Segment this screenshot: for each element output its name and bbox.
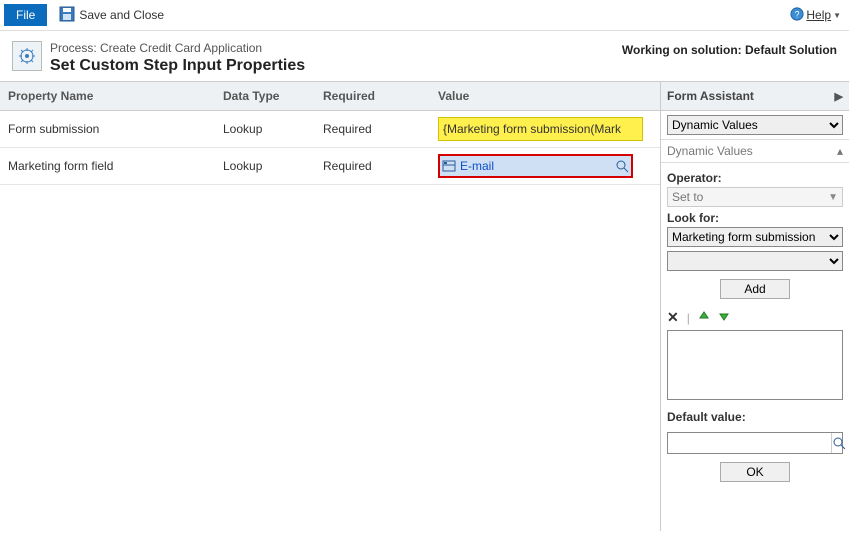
- cell-name: Form submission: [0, 122, 223, 136]
- top-toolbar: File Save and Close ? Help ▼: [0, 0, 849, 31]
- separator: |: [687, 311, 690, 325]
- cell-required: Required: [323, 122, 428, 136]
- operator-value: Set to: [672, 190, 703, 204]
- horizontal-scrollbar[interactable]: [0, 513, 660, 531]
- dropdown-arrow-icon: ▼: [833, 11, 841, 20]
- dynamic-values-label: Dynamic Values: [667, 144, 753, 158]
- form-assistant-title: Form Assistant: [667, 89, 754, 103]
- help-label: Help: [806, 8, 831, 22]
- col-header-value[interactable]: Value: [428, 89, 660, 103]
- file-menu-button[interactable]: File: [4, 4, 47, 26]
- help-menu[interactable]: ? Help ▼: [786, 5, 845, 26]
- svg-text:?: ?: [795, 9, 800, 19]
- cell-required: Required: [323, 159, 428, 173]
- properties-grid: Property Name Data Type Required Value F…: [0, 82, 660, 531]
- col-header-required[interactable]: Required: [323, 89, 428, 103]
- default-value-label: Default value:: [667, 410, 843, 424]
- cell-type: Lookup: [223, 122, 323, 136]
- grid-row: Form submission Lookup Required {Marketi…: [0, 111, 660, 148]
- grid-row: Marketing form field Lookup Required E-m…: [0, 148, 660, 185]
- dropdown-arrow-icon: ▼: [828, 192, 838, 203]
- default-value-input-wrap: [667, 432, 843, 454]
- remove-icon[interactable]: ✕: [667, 309, 679, 326]
- value-dynamic-token[interactable]: {Marketing form submission(Mark: [438, 117, 643, 141]
- form-assistant-panel: Form Assistant ▶ Dynamic Values Dynamic …: [660, 82, 849, 531]
- col-header-type[interactable]: Data Type: [223, 89, 323, 103]
- process-label: Process: Create Credit Card Application: [50, 41, 305, 55]
- col-header-name[interactable]: Property Name: [0, 89, 223, 103]
- look-for-attribute-select[interactable]: [667, 251, 843, 271]
- default-value-lookup-icon[interactable]: [831, 433, 846, 453]
- assistant-mode-select[interactable]: Dynamic Values: [667, 115, 843, 135]
- move-up-icon[interactable]: [698, 310, 710, 325]
- cell-name: Marketing form field: [0, 159, 223, 173]
- grid-header-row: Property Name Data Type Required Value: [0, 82, 660, 111]
- move-down-icon[interactable]: [718, 310, 730, 325]
- look-for-entity-select[interactable]: Marketing form submission: [667, 227, 843, 247]
- default-value-input[interactable]: [668, 433, 831, 453]
- help-icon: ?: [790, 7, 804, 24]
- chevron-right-icon: ▶: [835, 90, 843, 103]
- lookup-search-icon[interactable]: [613, 159, 631, 173]
- save-and-close-button[interactable]: Save and Close: [55, 4, 168, 27]
- dynamic-values-section-header[interactable]: Dynamic Values ▴: [661, 139, 849, 163]
- save-icon: [59, 6, 75, 25]
- page-header: Process: Create Credit Card Application …: [0, 31, 849, 81]
- dynamic-values-listbox[interactable]: [667, 330, 843, 400]
- entity-icon: [440, 159, 458, 173]
- save-and-close-label: Save and Close: [79, 8, 164, 22]
- lookup-value-text: E-mail: [458, 159, 613, 173]
- ok-button[interactable]: OK: [720, 462, 790, 482]
- operator-label: Operator:: [667, 171, 843, 185]
- process-icon: [12, 41, 42, 71]
- cell-type: Lookup: [223, 159, 323, 173]
- form-assistant-header[interactable]: Form Assistant ▶: [661, 82, 849, 111]
- operator-select[interactable]: Set to ▼: [667, 187, 843, 207]
- page-title: Set Custom Step Input Properties: [50, 57, 305, 75]
- solution-label: Working on solution: Default Solution: [622, 41, 837, 57]
- collapse-icon: ▴: [837, 144, 843, 158]
- look-for-label: Look for:: [667, 211, 843, 225]
- add-button[interactable]: Add: [720, 279, 790, 299]
- value-lookup-field[interactable]: E-mail: [438, 154, 633, 178]
